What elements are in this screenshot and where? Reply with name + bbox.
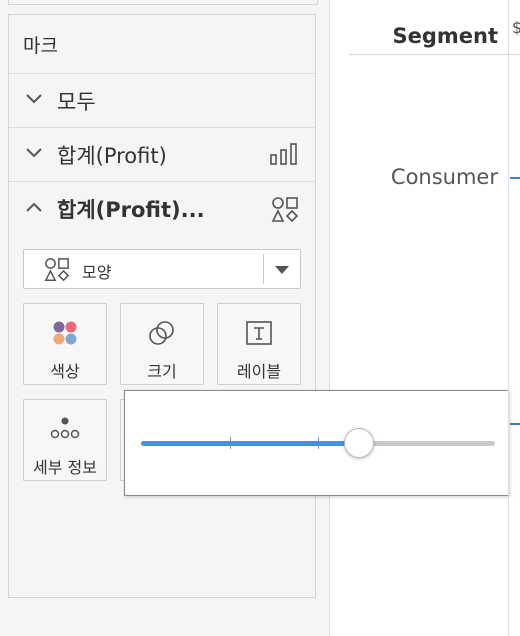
marks-row-profit-shape[interactable]: 합계(Profit)... xyxy=(9,181,315,235)
detail-button-label: 세부 정보 xyxy=(33,458,97,477)
detail-button[interactable]: 세부 정보 xyxy=(23,399,107,481)
size-slider-tick xyxy=(229,437,231,449)
label-button-label: 레이블 xyxy=(236,362,282,381)
upper-card-edge xyxy=(8,0,318,5)
color-button-label: 색상 xyxy=(50,362,80,381)
marks-row-label: 합계(Profit) xyxy=(57,144,167,168)
size-button[interactable]: 크기 xyxy=(120,303,204,385)
label-button[interactable]: 레이블 xyxy=(217,303,301,385)
color-dots-icon xyxy=(53,321,77,345)
view-axis-line xyxy=(508,0,509,636)
size-slider-handle[interactable] xyxy=(343,428,374,458)
axis-tick xyxy=(510,177,520,179)
chevron-up-icon[interactable] xyxy=(25,200,43,214)
size-slider-popup xyxy=(124,390,509,496)
chevron-down-icon[interactable] xyxy=(25,146,43,160)
segment-column-header[interactable]: Segment xyxy=(392,24,498,48)
size-slider-tick xyxy=(318,437,319,449)
marks-row-label: 모두 xyxy=(57,90,96,114)
marks-row-label: 합계(Profit)... xyxy=(57,198,205,222)
partial-axis-header: $ xyxy=(511,18,520,37)
mark-type-dropdown[interactable]: 모양 xyxy=(23,249,301,289)
marks-card-title: 마크 xyxy=(23,35,58,57)
bar-chart-icon xyxy=(270,143,297,165)
chevron-down-icon[interactable] xyxy=(25,92,43,106)
axis-tick xyxy=(510,423,520,425)
dropdown-separator xyxy=(263,254,264,284)
caret-down-icon[interactable] xyxy=(275,266,289,274)
marks-row-profit-bar[interactable]: 합계(Profit) xyxy=(9,127,315,181)
size-slider-fill xyxy=(141,441,359,446)
text-label-icon xyxy=(246,321,272,345)
marks-card: 마크 모두 합계(Profit) 합계(Profit)... 모양 색상 크기 … xyxy=(8,14,316,598)
shapes-icon xyxy=(44,258,70,282)
size-circles-icon xyxy=(149,321,174,345)
shapes-icon xyxy=(271,197,299,223)
detail-dots-icon xyxy=(50,417,80,439)
size-button-label: 크기 xyxy=(147,362,177,381)
color-button[interactable]: 색상 xyxy=(23,303,107,385)
left-pane: 마크 모두 합계(Profit) 합계(Profit)... 모양 색상 크기 … xyxy=(0,0,330,636)
header-divider xyxy=(349,54,520,55)
consumer-row-label[interactable]: Consumer xyxy=(391,165,498,189)
marks-row-all[interactable]: 모두 xyxy=(9,73,315,127)
mark-type-label: 모양 xyxy=(82,263,112,282)
